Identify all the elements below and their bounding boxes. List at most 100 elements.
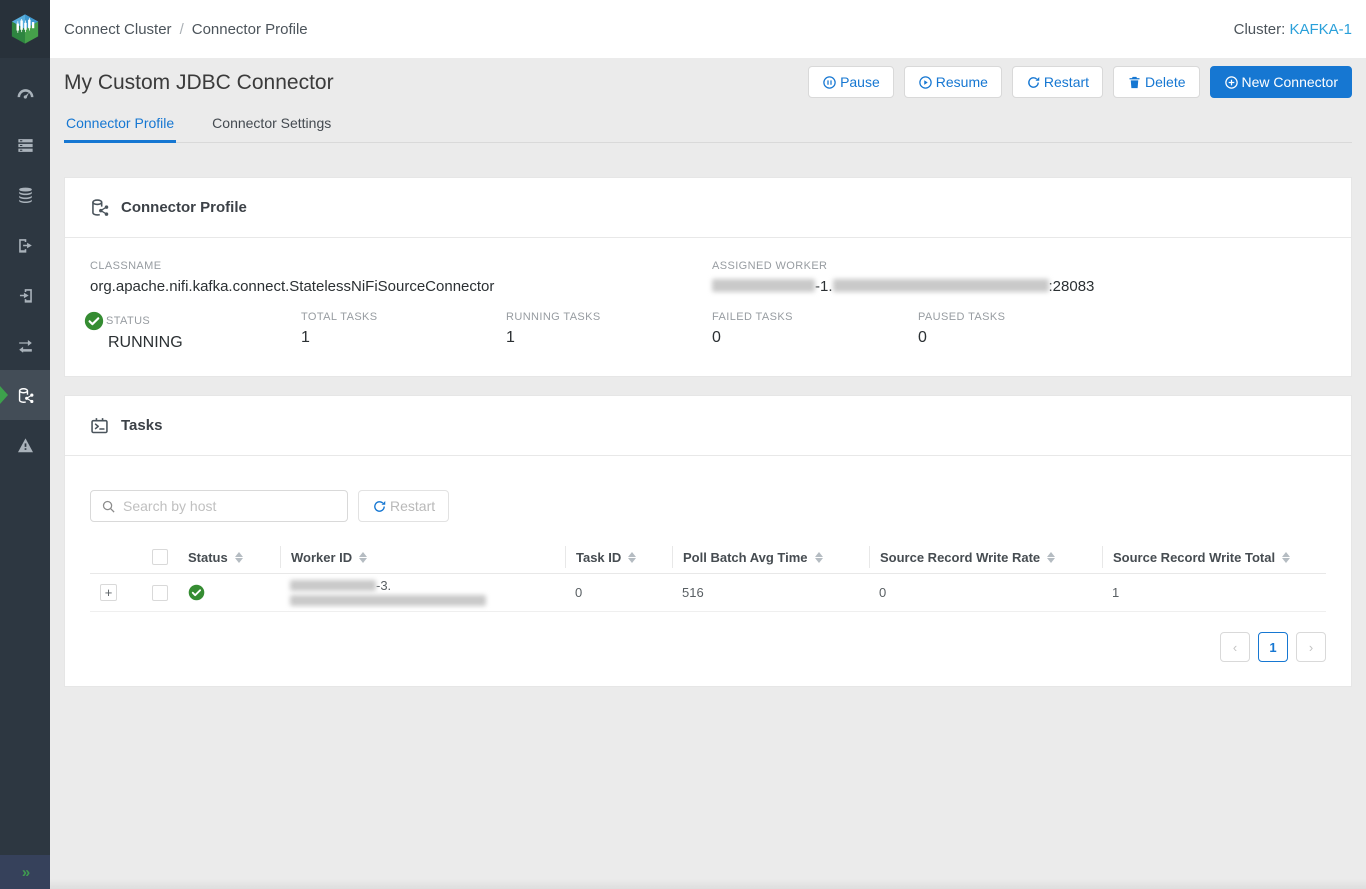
restart-button[interactable]: Restart <box>1012 66 1103 98</box>
replication-icon <box>16 336 35 355</box>
tasks-restart-button[interactable]: Restart <box>358 490 449 522</box>
sidebar-nav <box>0 70 50 855</box>
running-tasks-value: 1 <box>506 329 712 347</box>
column-header-source-record-write-rate[interactable]: Source Record Write Rate <box>869 546 1102 568</box>
refresh-icon <box>1026 75 1041 90</box>
producers-icon <box>16 236 35 255</box>
sidebar-item-topics[interactable] <box>0 170 50 220</box>
sidebar-item-overview[interactable] <box>0 70 50 120</box>
paused-tasks-value: 0 <box>918 329 1005 347</box>
total-tasks-label: TOTAL TASKS <box>301 311 506 323</box>
tasks-table-header: Status Worker ID Task ID <box>90 541 1326 574</box>
sidebar-item-replication[interactable] <box>0 320 50 370</box>
pagination-prev-button[interactable]: ‹ <box>1220 632 1250 662</box>
sidebar-collapse-toggle[interactable]: » <box>0 855 50 889</box>
row-expand-button[interactable]: + <box>100 584 117 601</box>
pause-button-label: Pause <box>840 74 880 90</box>
tasks-controls: Restart <box>90 490 1326 522</box>
status-stat: STATUS RUNNING <box>90 311 301 352</box>
tasks-icon <box>89 415 110 436</box>
select-all-cell <box>142 549 178 565</box>
status-value: RUNNING <box>108 334 301 352</box>
column-header-source-record-write-total[interactable]: Source Record Write Total <box>1102 546 1326 568</box>
breadcrumb-connector-profile[interactable]: Connector Profile <box>192 21 308 38</box>
running-tasks-label: RUNNING TASKS <box>506 311 712 323</box>
worker-id-visible-text: -3. <box>376 578 391 593</box>
connect-icon <box>16 386 35 405</box>
sort-icon <box>235 552 243 563</box>
sidebar-item-consumers[interactable] <box>0 270 50 320</box>
row-select-cell <box>142 585 178 601</box>
trash-icon <box>1127 75 1142 90</box>
connector-profile-card: Connector Profile CLASSNAME org.apache.n… <box>64 177 1352 377</box>
content: Connector Profile CLASSNAME org.apache.n… <box>50 143 1366 889</box>
pagination-page-1[interactable]: 1 <box>1258 632 1288 662</box>
row-checkbox[interactable] <box>152 585 168 601</box>
smm-logo[interactable] <box>0 0 50 58</box>
select-all-checkbox[interactable] <box>152 549 168 565</box>
tasks-card-body: Restart Status <box>65 456 1351 686</box>
sidebar-item-brokers[interactable] <box>0 120 50 170</box>
pause-circle-icon <box>822 75 837 90</box>
breadcrumb-separator: / <box>180 21 184 38</box>
resume-button[interactable]: Resume <box>904 66 1002 98</box>
row-source-record-write-total-cell: 1 <box>1102 585 1326 600</box>
sidebar-item-connect[interactable] <box>0 370 50 420</box>
breadcrumb-connect-cluster[interactable]: Connect Cluster <box>64 21 172 38</box>
brokers-icon <box>16 136 35 155</box>
cluster-label: Cluster: <box>1234 21 1286 38</box>
tasks-card-header: Tasks <box>65 396 1351 456</box>
total-tasks-stat: TOTAL TASKS 1 <box>301 311 506 352</box>
pause-button[interactable]: Pause <box>808 66 894 98</box>
sidebar: » <box>0 0 50 889</box>
connector-profile-card-header: Connector Profile <box>65 178 1351 238</box>
chevron-right-icon: › <box>1309 640 1313 655</box>
connector-profile-card-body: CLASSNAME org.apache.nifi.kafka.connect.… <box>65 238 1351 376</box>
delete-button-label: Delete <box>1145 74 1185 90</box>
cluster-name-link[interactable]: KAFKA-1 <box>1289 21 1352 38</box>
task-search <box>90 490 348 522</box>
row-poll-batch-avg-time-cell: 516 <box>672 585 869 600</box>
redacted-domain-segment <box>290 595 486 606</box>
sort-icon <box>1282 552 1290 563</box>
resume-button-label: Resume <box>936 74 988 90</box>
running-tasks-stat: RUNNING TASKS 1 <box>506 311 712 352</box>
tasks-table: Status Worker ID Task ID <box>90 541 1326 612</box>
pagination: ‹ 1 › <box>90 632 1326 662</box>
assigned-worker-port: :28083 <box>1049 278 1095 295</box>
tasks-card: Tasks <box>64 395 1352 687</box>
page-header: My Custom JDBC Connector Pause Resume <box>50 58 1366 143</box>
task-stats-row: STATUS RUNNING TOTAL TASKS 1 RUNNING TAS… <box>90 311 1326 352</box>
column-header-status[interactable]: Status <box>178 546 280 568</box>
play-circle-icon <box>918 75 933 90</box>
new-connector-button[interactable]: New Connector <box>1210 66 1353 98</box>
topbar: Connect Cluster / Connector Profile Clus… <box>50 0 1366 58</box>
redacted-hostname-segment <box>290 580 376 591</box>
assigned-worker-visible-text: -1. <box>815 278 833 295</box>
row-task-id-cell: 0 <box>565 585 672 600</box>
alerts-icon <box>16 436 35 455</box>
search-input[interactable] <box>123 498 337 514</box>
sort-icon <box>1047 552 1055 563</box>
tab-connector-profile[interactable]: Connector Profile <box>64 109 176 143</box>
failed-tasks-label: FAILED TASKS <box>712 311 918 323</box>
failed-tasks-stat: FAILED TASKS 0 <box>712 311 918 352</box>
search-icon <box>101 499 116 514</box>
column-header-poll-batch-avg-time[interactable]: Poll Batch Avg Time <box>672 546 869 568</box>
delete-button[interactable]: Delete <box>1113 66 1199 98</box>
classname-value: org.apache.nifi.kafka.connect.StatelessN… <box>90 278 712 295</box>
column-header-worker-id[interactable]: Worker ID <box>280 546 565 568</box>
row-source-record-write-rate-cell: 0 <box>869 585 1102 600</box>
restart-button-label: Restart <box>1044 74 1089 90</box>
smm-gem-icon <box>8 12 42 46</box>
sort-icon <box>359 552 367 563</box>
column-header-task-id[interactable]: Task ID <box>565 546 672 568</box>
chevron-left-icon: ‹ <box>1233 640 1237 655</box>
sidebar-item-alerts[interactable] <box>0 420 50 470</box>
assigned-worker-field: ASSIGNED WORKER -1.:28083 <box>712 260 1094 295</box>
pagination-next-button[interactable]: › <box>1296 632 1326 662</box>
sidebar-item-producers[interactable] <box>0 220 50 270</box>
classname-field: CLASSNAME org.apache.nifi.kafka.connect.… <box>90 260 712 295</box>
topics-icon <box>16 186 35 205</box>
tab-connector-settings[interactable]: Connector Settings <box>210 109 333 143</box>
